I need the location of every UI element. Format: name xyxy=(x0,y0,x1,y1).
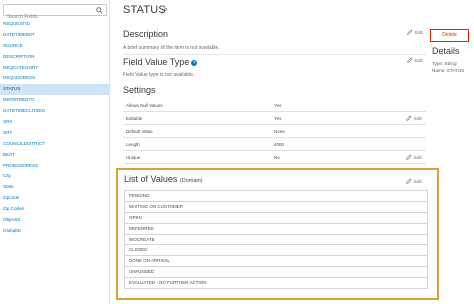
sidebar-item-reqcategory[interactable]: REQCATEGORY xyxy=(0,63,110,74)
field-value-type-heading: Field Value Type? xyxy=(123,57,198,67)
sidebar-item-datetimeclosed[interactable]: DATETIMECLOSED xyxy=(0,106,110,117)
field-value-type-text: Field Value type is not available. xyxy=(123,72,195,78)
edit-label: Edit xyxy=(415,57,423,63)
edit-label: Edit xyxy=(414,115,422,121)
domain-edit-button[interactable]: Edit xyxy=(406,178,422,184)
settings-value: None xyxy=(274,129,285,134)
sidebar-item-city[interactable]: City xyxy=(0,171,110,182)
sidebar-item-status[interactable]: STATUS xyxy=(0,84,110,96)
sidebar-item-datetimeinit[interactable]: DATETIMEINIT xyxy=(0,30,110,41)
settings-table: Allows Null Values Yes Editable Yes Edit Defa… xyxy=(123,99,426,164)
sidebar-item-zipcode[interactable]: Zipcode xyxy=(0,193,110,204)
domain-values-list: PENDING WAITING ON CUSTOMER OPEN REFERRED WO… xyxy=(124,190,428,290)
settings-key: Default Value xyxy=(126,129,153,134)
sidebar-item-globalid[interactable]: GlobalID xyxy=(0,226,110,237)
settings-row: Unique No Edit xyxy=(123,151,426,164)
edit-pencil-icon[interactable] xyxy=(161,7,168,14)
sidebar-item-srx[interactable]: SRX xyxy=(0,117,110,128)
settings-value: No xyxy=(274,155,280,160)
edit-pencil-icon xyxy=(407,29,413,35)
sidebar-item-sry[interactable]: SRY xyxy=(0,128,110,139)
settings-row: Allows Null Values Yes xyxy=(123,99,426,112)
domain-value-item: PENDING xyxy=(124,191,428,202)
domain-list-section: List of Values (Domain) Edit PENDING WAIT… xyxy=(116,168,439,300)
field-value-type-edit-button[interactable]: Edit xyxy=(407,57,423,63)
domain-value-item: WAITING ON CUSTOMER xyxy=(124,201,428,213)
settings-row: Default Value None xyxy=(123,125,426,138)
domain-value-item: CLOSED xyxy=(124,245,428,257)
sidebar-item-requestid[interactable]: REQUESTID xyxy=(0,19,110,30)
sidebar-item-source[interactable]: SOURCE xyxy=(0,41,110,52)
divider xyxy=(123,54,426,55)
domain-value-item: UNFUNDED xyxy=(124,267,428,279)
description-heading: Description xyxy=(123,29,169,39)
settings-edit-button[interactable]: Edit xyxy=(406,154,422,160)
settings-key: Allows Null Values xyxy=(126,103,163,108)
search-box xyxy=(3,4,107,22)
sidebar-item-objectid[interactable]: ObjectId xyxy=(0,215,110,226)
settings-row: Length 4000 xyxy=(123,138,426,151)
sidebar-item-reqaddress[interactable]: REQADDRESS xyxy=(0,73,110,84)
settings-value: Yes xyxy=(274,103,282,108)
edit-pencil-icon xyxy=(406,115,412,121)
sidebar-item-beat[interactable]: BEAT xyxy=(0,150,110,161)
domain-heading: List of Values (Domain) xyxy=(124,174,203,184)
settings-row: Editable Yes Edit xyxy=(123,112,426,125)
settings-value: 4000 xyxy=(274,142,285,147)
delete-button[interactable]: Delete xyxy=(430,29,469,42)
domain-value-item: WOCREATE xyxy=(124,234,428,246)
details-heading: Details xyxy=(432,46,460,56)
description-edit-button[interactable]: Edit xyxy=(407,29,423,35)
edit-label: Edit xyxy=(414,178,422,184)
settings-heading: Settings xyxy=(123,85,156,95)
settings-key: Editable xyxy=(126,116,143,121)
settings-key: Unique xyxy=(126,155,141,160)
domain-title-label: List of Values xyxy=(124,174,178,184)
sidebar-item-probaddress[interactable]: PROBADDRESS xyxy=(0,161,110,172)
sidebar-item-councildistrict[interactable]: COUNCILDISTRICT xyxy=(0,139,110,150)
field-list: REQUESTID DATETIMEINIT SOURCE DESCRIPTION RE… xyxy=(0,19,110,237)
sidebar-item-zip-codes[interactable]: Zip Codes xyxy=(0,204,110,215)
sidebar-item-state[interactable]: State xyxy=(0,182,110,193)
page-title: STATUS xyxy=(123,4,166,16)
field-detail-panel: STATUS Description A brief summary of th… xyxy=(110,0,474,304)
fields-sidebar: REQUESTIDDATETIMEINITSOURCEDESCRIPTIONRE… xyxy=(0,0,110,304)
domain-subtitle: (Domain) xyxy=(179,178,203,184)
edit-pencil-icon xyxy=(407,57,413,63)
sidebar-item-description[interactable]: DESCRIPTION xyxy=(0,52,110,63)
domain-value-item: REFERRED xyxy=(124,223,428,235)
details-name: Name: STATUS xyxy=(432,68,465,73)
edit-label: Edit xyxy=(415,29,423,35)
settings-edit-button[interactable]: Edit xyxy=(406,115,422,121)
help-icon[interactable]: ? xyxy=(191,59,198,66)
details-type: Type: String xyxy=(432,61,457,66)
edit-pencil-icon xyxy=(406,154,412,160)
sidebar-item-referredto[interactable]: REFERREDTO xyxy=(0,95,110,106)
edit-pencil-icon xyxy=(406,178,412,184)
search-icon[interactable] xyxy=(96,7,103,14)
domain-value-item: DONE ON ARRIVAL xyxy=(124,256,428,268)
settings-key: Length xyxy=(126,142,140,147)
edit-label: Edit xyxy=(414,154,422,160)
field-value-type-label: Field Value Type xyxy=(123,57,190,67)
settings-value: Yes xyxy=(274,116,282,121)
description-text: A brief summary of the item is not avail… xyxy=(123,45,220,51)
domain-value-item: OPEN xyxy=(124,212,428,224)
domain-value-item: EVALUATED - NO FURTHER ACTION xyxy=(124,278,428,290)
